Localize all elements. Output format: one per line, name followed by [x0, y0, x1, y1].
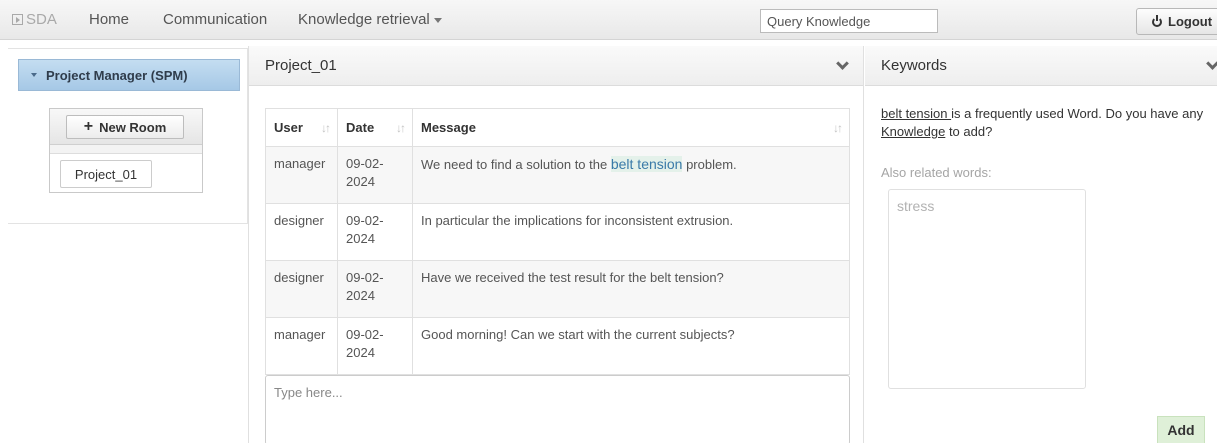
- keyword-info-text: is a frequently used Word. Do you have a…: [951, 106, 1204, 121]
- table-row: manager 09-02-2024 We need to find a sol…: [265, 146, 850, 204]
- room-panel-toolbar: + New Room: [50, 109, 202, 145]
- related-words-box[interactable]: stress: [888, 189, 1086, 389]
- cell-date: 09-02-2024: [337, 317, 413, 375]
- nav-home[interactable]: Home: [89, 11, 129, 28]
- message-table: User ↓↑ Date ↓↑ Message ↓↑ manager 09-02-20…: [265, 108, 850, 375]
- cell-message: In particular the implications for incon…: [412, 203, 850, 261]
- keyword-highlight[interactable]: belt tension: [610, 156, 683, 172]
- room-item-project-01[interactable]: Project_01: [60, 160, 152, 188]
- cell-message: Have we received the test result for the…: [412, 260, 850, 318]
- message-input[interactable]: [265, 375, 850, 443]
- cell-date: 09-02-2024: [337, 146, 413, 204]
- message-text: We need to find a solution to the: [421, 157, 611, 172]
- chat-title: Project_01: [265, 57, 337, 74]
- logout-label: Logout: [1168, 14, 1213, 29]
- add-button[interactable]: Add: [1157, 416, 1205, 443]
- logout-button[interactable]: Logout: [1136, 8, 1217, 35]
- cell-date: 09-02-2024: [337, 260, 413, 318]
- keywords-title: Keywords: [881, 57, 947, 74]
- brand-label: SDA: [26, 11, 57, 28]
- sidebar-header-project-manager[interactable]: Project Manager (SPM): [18, 59, 240, 91]
- cell-user: manager: [265, 146, 338, 204]
- table-row: manager 09-02-2024 Good morning! Can we …: [265, 317, 850, 375]
- column-header-user-label: User: [274, 120, 303, 135]
- keyword-info-end: to add?: [945, 124, 993, 139]
- navbar: SDA Home Communication Knowledge retriev…: [0, 0, 1217, 40]
- table-row: designer 09-02-2024 In particular the im…: [265, 203, 850, 261]
- keyword-info: belt tension is a frequently used Word. …: [881, 105, 1211, 141]
- chevron-down-icon[interactable]: [1206, 57, 1217, 70]
- sort-icon: ↓↑: [321, 121, 331, 135]
- play-square-icon: [12, 14, 23, 25]
- keywords-panel: Keywords belt tension is a frequently us…: [865, 46, 1217, 443]
- cell-user: manager: [265, 317, 338, 375]
- cell-user: designer: [265, 260, 338, 318]
- table-row: designer 09-02-2024 Have we received the…: [265, 260, 850, 318]
- sidebar-header-label: Project Manager (SPM): [46, 67, 188, 83]
- brand[interactable]: SDA: [12, 11, 57, 28]
- cell-message: We need to find a solution to the belt t…: [412, 146, 850, 204]
- caret-down-icon: [433, 17, 442, 23]
- keywords-panel-header[interactable]: Keywords: [865, 46, 1217, 86]
- new-room-label: New Room: [99, 119, 167, 135]
- nav-communication[interactable]: Communication: [163, 11, 267, 28]
- column-header-date[interactable]: Date ↓↑: [337, 108, 413, 147]
- related-words-label: Also related words:: [881, 165, 992, 180]
- cell-date: 09-02-2024: [337, 203, 413, 261]
- knowledge-link[interactable]: Knowledge: [881, 124, 945, 139]
- chat-panel: Project_01 User ↓↑ Date ↓↑ Message ↓↑ manag…: [248, 46, 864, 443]
- keyword-link[interactable]: belt tension: [881, 106, 951, 121]
- triangle-down-icon: [31, 73, 37, 77]
- column-header-message-label: Message: [421, 120, 476, 135]
- cell-message: Good morning! Can we start with the curr…: [412, 317, 850, 375]
- room-panel: + New Room Project_01: [49, 108, 203, 193]
- new-room-button[interactable]: + New Room: [66, 115, 184, 139]
- room-list: Project_01: [50, 153, 202, 192]
- cell-user: designer: [265, 203, 338, 261]
- nav-knowledge-retrieval-label: Knowledge retrieval: [298, 11, 430, 28]
- column-header-user[interactable]: User ↓↑: [265, 108, 338, 147]
- sort-icon: ↓↑: [396, 121, 406, 135]
- chevron-down-icon[interactable]: [836, 57, 849, 70]
- message-text: problem.: [682, 157, 737, 172]
- chat-panel-header[interactable]: Project_01: [249, 46, 863, 86]
- column-header-message[interactable]: Message ↓↑: [412, 108, 850, 147]
- column-header-date-label: Date: [346, 120, 375, 135]
- nav-knowledge-retrieval[interactable]: Knowledge retrieval: [298, 11, 442, 28]
- power-icon: [1152, 14, 1162, 27]
- sort-icon: ↓↑: [833, 121, 843, 135]
- query-knowledge-input[interactable]: [760, 9, 938, 33]
- plus-icon: +: [83, 118, 94, 135]
